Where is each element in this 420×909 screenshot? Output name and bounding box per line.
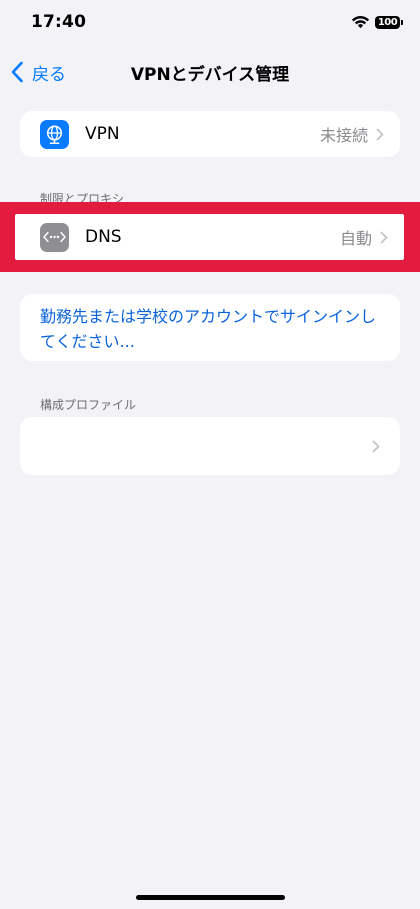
vpn-label: VPN bbox=[85, 124, 120, 144]
status-bar: 17:40 100 bbox=[0, 0, 420, 46]
profile-row[interactable] bbox=[20, 417, 400, 475]
chevron-right-icon bbox=[372, 440, 380, 452]
profiles-section-header: 構成プロファイル bbox=[40, 398, 137, 412]
vpn-row[interactable]: VPN 未接続 bbox=[20, 111, 400, 157]
dns-dots-icon bbox=[43, 231, 66, 243]
dns-app-icon bbox=[40, 222, 69, 252]
vpn-status-value: 未接続 bbox=[319, 126, 368, 145]
vpn-app-icon bbox=[40, 119, 69, 149]
battery-nub bbox=[401, 20, 403, 25]
battery-level: 100 bbox=[377, 17, 398, 28]
chevron-right-icon bbox=[376, 128, 384, 140]
dns-label: DNS bbox=[85, 227, 122, 247]
status-time: 17:40 bbox=[31, 12, 87, 32]
home-indicator[interactable] bbox=[136, 895, 285, 900]
dns-status-value: 自動 bbox=[339, 229, 372, 248]
globe-icon bbox=[46, 124, 63, 144]
signin-link[interactable]: 勤務先または学校のアカウントでサインインしてください... bbox=[40, 304, 380, 354]
signin-card[interactable]: 勤務先または学校のアカウントでサインインしてください... bbox=[20, 294, 400, 361]
vpn-card: VPN 未接続 bbox=[20, 111, 400, 157]
wifi-icon bbox=[351, 16, 370, 29]
page-title: VPNとデバイス管理 bbox=[130, 65, 290, 85]
battery-indicator: 100 bbox=[375, 16, 400, 29]
chevron-right-icon bbox=[380, 231, 388, 243]
dns-row[interactable]: DNS 自動 bbox=[15, 214, 404, 260]
nav-bar: 戻る VPNとデバイス管理 bbox=[0, 50, 420, 94]
